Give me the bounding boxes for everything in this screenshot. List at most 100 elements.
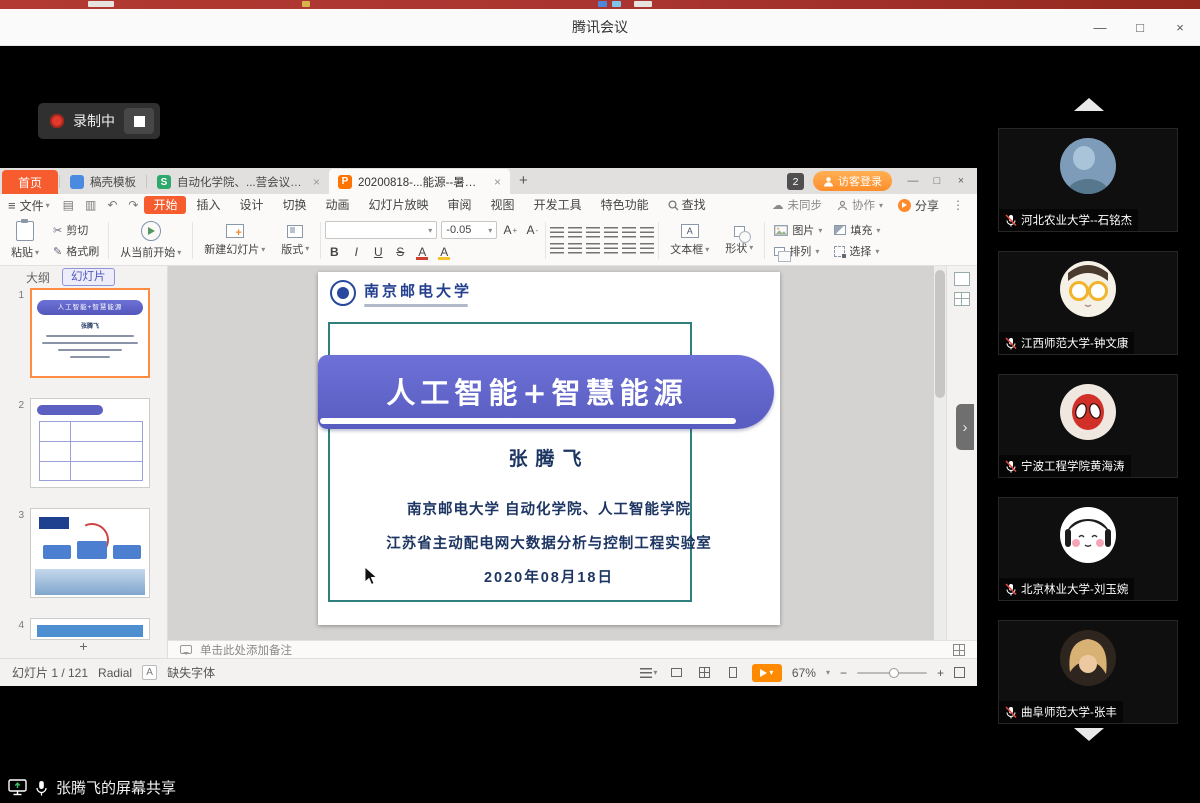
slide-affiliation-1[interactable]: 南京邮电大学 自动化学院、人工智能学院 xyxy=(318,498,780,519)
cut-button[interactable]: ✂剪切 xyxy=(48,222,104,238)
paste-button[interactable]: 粘贴▾ xyxy=(4,219,46,262)
maximize-button[interactable]: □ xyxy=(1120,9,1160,45)
font-color-button[interactable]: A xyxy=(413,244,431,260)
participant-tile[interactable]: 北京林业大学-刘玉婉 xyxy=(998,497,1178,601)
menu-view[interactable]: 视图 xyxy=(482,196,524,214)
align-right-icon[interactable] xyxy=(586,243,600,254)
guest-login-button[interactable]: 访客登录 xyxy=(813,171,892,191)
decrease-font-button[interactable]: A- xyxy=(523,222,541,238)
slide-thumbnail-2[interactable] xyxy=(30,398,150,488)
indent-icon[interactable] xyxy=(604,227,618,238)
tab-home[interactable]: 首页 xyxy=(2,170,58,194)
zoom-slider-thumb[interactable] xyxy=(889,668,899,678)
menu-review[interactable]: 审阅 xyxy=(439,196,481,214)
menu-find[interactable]: 查找 xyxy=(659,196,715,214)
distribute-icon[interactable] xyxy=(622,243,636,254)
more-menu-icon[interactable]: ⋮ xyxy=(947,198,969,212)
new-tab-button[interactable]: + xyxy=(510,172,537,189)
ruler-toggle-icon[interactable] xyxy=(954,272,970,286)
participants-scroll-down[interactable] xyxy=(977,728,1200,741)
tab-outline[interactable]: 大纲 xyxy=(26,269,50,286)
save-icon[interactable]: ▤ xyxy=(58,198,79,212)
outdent-icon[interactable] xyxy=(586,227,600,238)
italic-button[interactable]: I xyxy=(347,244,365,260)
tab-presentation[interactable]: P 20200818-...能源--暑期夏令营 × xyxy=(329,169,510,194)
wps-minimize-button[interactable]: — xyxy=(901,171,925,191)
font-size-select[interactable]: -0.05▾ xyxy=(441,221,497,239)
wps-maximize-button[interactable]: □ xyxy=(925,171,949,191)
align-center-icon[interactable] xyxy=(568,243,582,254)
slide-date[interactable]: 2020年08月18日 xyxy=(318,566,780,587)
select-button[interactable]: 选择▾ xyxy=(829,243,885,259)
picture-button[interactable]: 图片▾ xyxy=(769,222,827,238)
tab-spreadsheet[interactable]: S 自动化学院、...营会议安排表 × xyxy=(148,170,329,194)
menu-transition[interactable]: 切换 xyxy=(273,196,315,214)
hamburger-icon[interactable]: ≡ xyxy=(8,198,16,213)
increase-font-button[interactable]: A+ xyxy=(501,222,519,238)
participant-tile[interactable]: 河北农业大学--石铭杰 xyxy=(998,128,1178,232)
close-button[interactable]: × xyxy=(1160,9,1200,45)
gridlines-toggle-icon[interactable] xyxy=(954,292,970,306)
slide-sorter-icon[interactable] xyxy=(953,644,965,656)
layout-button[interactable]: 版式▾ xyxy=(274,219,316,262)
window-count-badge[interactable]: 2 xyxy=(787,173,804,190)
reading-view-icon[interactable] xyxy=(724,665,742,681)
fill-button[interactable]: 填充▾ xyxy=(829,222,885,238)
zoom-out-button[interactable]: − xyxy=(840,666,847,680)
fit-to-window-icon[interactable] xyxy=(954,667,965,678)
participant-tile[interactable]: 曲阜师范大学-张丰 xyxy=(998,620,1178,724)
normal-view-icon[interactable]: ▾ xyxy=(640,665,658,681)
menu-design[interactable]: 设计 xyxy=(230,196,272,214)
slide-sorter-view-icon[interactable] xyxy=(668,665,686,681)
menu-insert[interactable]: 插入 xyxy=(187,196,229,214)
menu-animation[interactable]: 动画 xyxy=(317,196,359,214)
line-spacing-icon[interactable] xyxy=(622,227,636,238)
format-painter-button[interactable]: ✎格式刷 xyxy=(48,243,104,259)
slide-affiliation-2[interactable]: 江苏省主动配电网大数据分析与控制工程实验室 xyxy=(318,532,780,553)
collaborate-button[interactable]: 协作 ▾ xyxy=(830,197,890,213)
menu-slideshow[interactable]: 幻灯片放映 xyxy=(360,196,438,214)
zoom-level[interactable]: 67% xyxy=(792,666,816,680)
bullets-icon[interactable] xyxy=(550,227,564,238)
vertical-scrollbar[interactable] xyxy=(934,266,946,640)
numbering-icon[interactable] xyxy=(568,227,582,238)
slideshow-play-button[interactable]: ▾ xyxy=(752,664,782,682)
arrange-button[interactable]: 排列▾ xyxy=(769,243,827,259)
notes-placeholder[interactable]: 单击此处添加备注 xyxy=(200,642,292,658)
highlight-color-button[interactable]: A xyxy=(435,244,453,260)
grid-view-icon[interactable] xyxy=(696,665,714,681)
menu-start[interactable]: 开始 xyxy=(144,196,186,214)
shapes-button[interactable]: 形状▾ xyxy=(718,219,760,262)
font-family-select[interactable]: ▾ xyxy=(325,221,437,239)
slide-thumbnail-3[interactable] xyxy=(30,508,150,598)
missing-font-label[interactable]: 缺失字体 xyxy=(167,664,215,681)
participant-tile[interactable]: 江西师范大学-钟文康 xyxy=(998,251,1178,355)
text-direction-icon[interactable] xyxy=(640,227,654,238)
slide-canvas[interactable]: 南京邮电大学 人工智能+智慧能源 张腾飞 南京邮电大学 自动化学院、人工智能学院… xyxy=(168,266,934,640)
menu-features[interactable]: 特色功能 xyxy=(592,196,658,214)
play-from-current-button[interactable]: 从当前开始▾ xyxy=(113,219,188,262)
print-icon[interactable]: ▥ xyxy=(80,198,101,212)
underline-button[interactable]: U xyxy=(369,244,387,260)
slide-editor[interactable]: 南京邮电大学 人工智能+智慧能源 张腾飞 南京邮电大学 自动化学院、人工智能学院… xyxy=(318,272,780,625)
redo-icon[interactable]: ↷ xyxy=(123,198,143,212)
notes-bar[interactable]: 单击此处添加备注 xyxy=(168,640,977,658)
slide-thumbnail-1[interactable]: 人工智能+智慧能源 张腾飞 xyxy=(30,288,150,378)
panel-collapse-handle[interactable]: › xyxy=(956,404,974,450)
sync-status[interactable]: ☁未同步 xyxy=(765,197,829,213)
share-button[interactable]: 分享 xyxy=(891,197,946,214)
close-tab-icon[interactable]: × xyxy=(494,175,501,189)
scrollbar-thumb[interactable] xyxy=(935,270,945,398)
close-tab-icon[interactable]: × xyxy=(313,175,320,189)
minimize-button[interactable]: — xyxy=(1080,9,1120,45)
missing-font-icon[interactable]: A xyxy=(142,665,157,680)
slide-thumbnail-4[interactable] xyxy=(30,618,150,640)
menu-devtools[interactable]: 开发工具 xyxy=(525,196,591,214)
tab-slides[interactable]: 幻灯片 xyxy=(62,268,115,286)
zoom-slider[interactable] xyxy=(857,672,927,674)
participants-scroll-up[interactable] xyxy=(977,98,1200,111)
undo-icon[interactable]: ↶ xyxy=(102,198,122,212)
new-slide-button[interactable]: 新建幻灯片▾ xyxy=(197,219,272,262)
strikethrough-button[interactable]: S xyxy=(391,244,409,260)
tab-docer[interactable]: 稿壳模板 xyxy=(61,170,145,194)
